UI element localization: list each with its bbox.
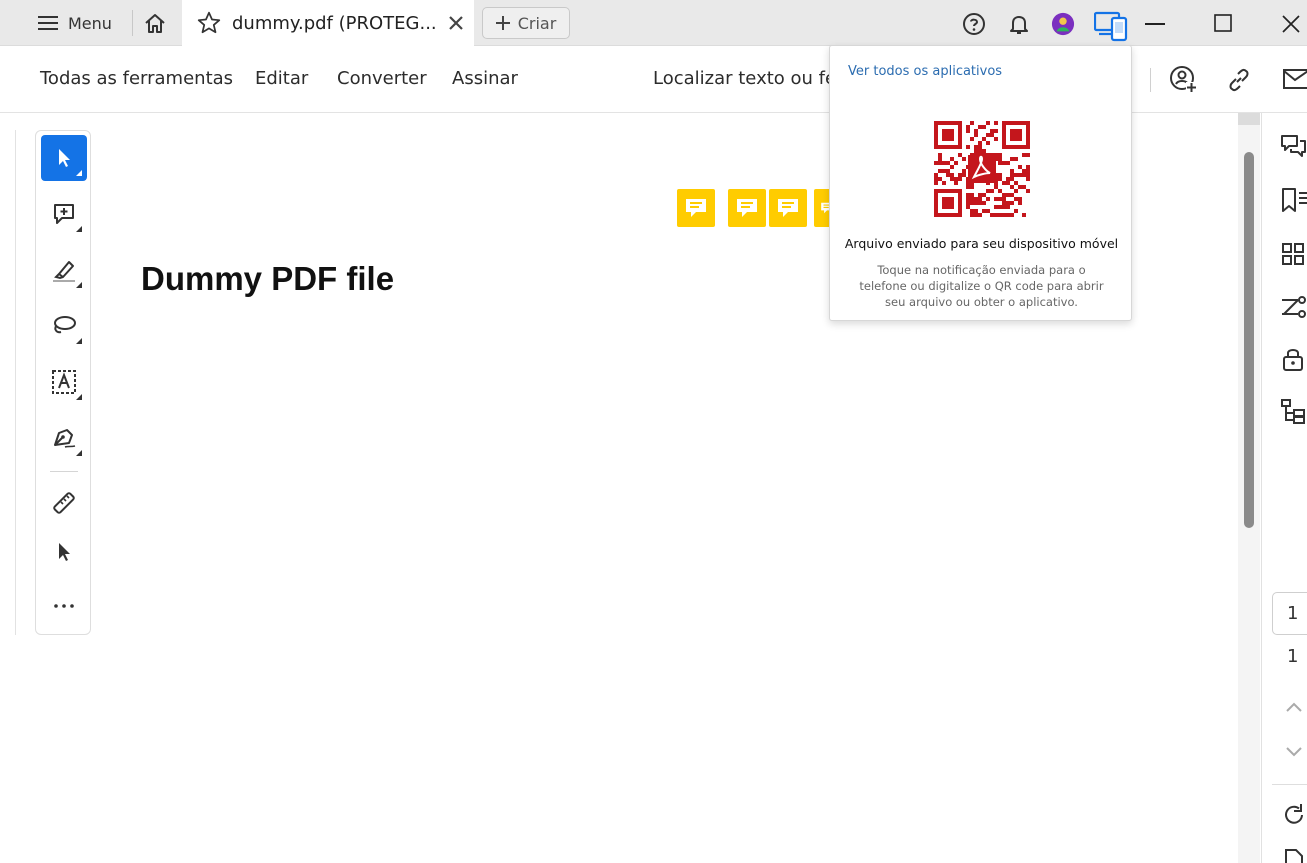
help-icon[interactable] xyxy=(962,12,986,36)
lock-icon[interactable] xyxy=(1280,346,1307,373)
structure-tree-icon[interactable] xyxy=(1280,398,1307,425)
close-icon[interactable] xyxy=(1279,12,1303,36)
create-button[interactable]: Criar xyxy=(482,7,570,39)
popup-body-text: Toque na notificação enviada para o tele… xyxy=(859,263,1104,309)
compare-panel-icon[interactable] xyxy=(1280,294,1307,321)
page-icon[interactable] xyxy=(1283,848,1307,863)
lasso-icon xyxy=(51,314,77,338)
tab-title: dummy.pdf (PROTEG... xyxy=(232,12,437,34)
share-user-icon[interactable] xyxy=(1169,65,1197,93)
pen-nib-icon xyxy=(51,425,77,451)
total-pages: 1 xyxy=(1287,646,1299,667)
home-icon xyxy=(143,12,167,34)
comment-note-icon[interactable] xyxy=(769,189,807,227)
quick-tools-bar xyxy=(35,130,91,635)
draw-tool[interactable] xyxy=(41,303,87,349)
maximize-icon[interactable] xyxy=(1211,11,1235,35)
tool-menu-indicator xyxy=(76,282,82,288)
fill-sign-tool[interactable] xyxy=(41,415,87,461)
all-tools-link[interactable]: Todas as ferramentas xyxy=(40,68,233,89)
comments-panel-icon[interactable] xyxy=(1280,133,1307,160)
highlighter-icon xyxy=(51,258,77,282)
current-page-input[interactable]: 1 xyxy=(1272,592,1307,635)
qr-code xyxy=(934,121,1030,217)
view-all-apps-link[interactable]: Ver todos os aplicativos xyxy=(848,64,1002,79)
comment-add-icon xyxy=(52,202,76,226)
titlebar-divider xyxy=(132,10,133,36)
convert-link[interactable]: Converter xyxy=(337,68,427,89)
avatar[interactable] xyxy=(1051,12,1075,36)
menu-button[interactable]: Menu xyxy=(28,8,122,38)
left-panel-edge xyxy=(15,130,17,635)
scrollbar-track-top xyxy=(1238,113,1260,125)
home-button[interactable] xyxy=(140,8,170,38)
mail-icon[interactable] xyxy=(1283,69,1307,89)
right-rail-divider xyxy=(1272,784,1307,785)
menu-label: Menu xyxy=(68,13,112,33)
popup-heading: Arquivo enviado para seu dispositivo móv… xyxy=(844,236,1119,251)
tab-close-icon[interactable] xyxy=(446,13,466,33)
tool-menu-indicator xyxy=(76,450,82,456)
add-comment-tool[interactable] xyxy=(41,191,87,237)
tool-menu-indicator xyxy=(76,394,82,400)
mobile-send-popup: Ver todos os aplicativos Arquivo enviado… xyxy=(829,45,1132,321)
find-text-field[interactable]: Localizar texto ou ferramentas xyxy=(653,68,833,89)
tool-menu-indicator xyxy=(76,170,82,176)
text-select-tool[interactable] xyxy=(41,359,87,405)
minimize-icon[interactable] xyxy=(1143,12,1167,36)
sign-link[interactable]: Assinar xyxy=(452,68,518,89)
more-tools-button[interactable] xyxy=(41,583,87,629)
thumbnails-panel-icon[interactable] xyxy=(1280,241,1307,268)
devices-icon[interactable] xyxy=(1094,10,1130,42)
hamburger-icon xyxy=(38,15,58,31)
ellipsis-icon xyxy=(53,603,75,609)
tool-menu-indicator xyxy=(76,226,82,232)
create-label: Criar xyxy=(517,13,557,33)
quick-tools-divider xyxy=(50,471,78,472)
tool-menu-indicator xyxy=(76,338,82,344)
document-tab[interactable]: dummy.pdf (PROTEG... xyxy=(182,0,474,46)
title-bar: Menu dummy.pdf (PROTEG... Criar xyxy=(0,0,1307,46)
link-icon[interactable] xyxy=(1226,67,1252,93)
highlight-tool[interactable] xyxy=(41,247,87,293)
pointer-icon xyxy=(54,147,74,169)
edit-link[interactable]: Editar xyxy=(255,68,308,89)
bookmarks-panel-icon[interactable] xyxy=(1280,187,1307,214)
select-tool[interactable] xyxy=(41,135,87,181)
cursor-tool[interactable] xyxy=(41,529,87,575)
toolbar-divider xyxy=(1150,68,1151,92)
comment-note-icon[interactable] xyxy=(728,189,766,227)
plus-icon xyxy=(495,16,510,30)
ruler-icon xyxy=(51,490,77,516)
text-box-icon xyxy=(51,369,77,395)
cursor-icon xyxy=(54,541,74,563)
scrollbar-thumb[interactable] xyxy=(1244,152,1254,528)
document-title: Dummy PDF file xyxy=(141,260,395,297)
bell-icon[interactable] xyxy=(1007,12,1031,36)
chevron-down-icon[interactable] xyxy=(1285,746,1303,758)
refresh-icon[interactable] xyxy=(1281,802,1307,828)
star-icon[interactable] xyxy=(196,10,222,36)
chevron-up-icon[interactable] xyxy=(1285,701,1303,713)
comment-note-icon[interactable] xyxy=(677,189,715,227)
measure-tool[interactable] xyxy=(41,480,87,526)
